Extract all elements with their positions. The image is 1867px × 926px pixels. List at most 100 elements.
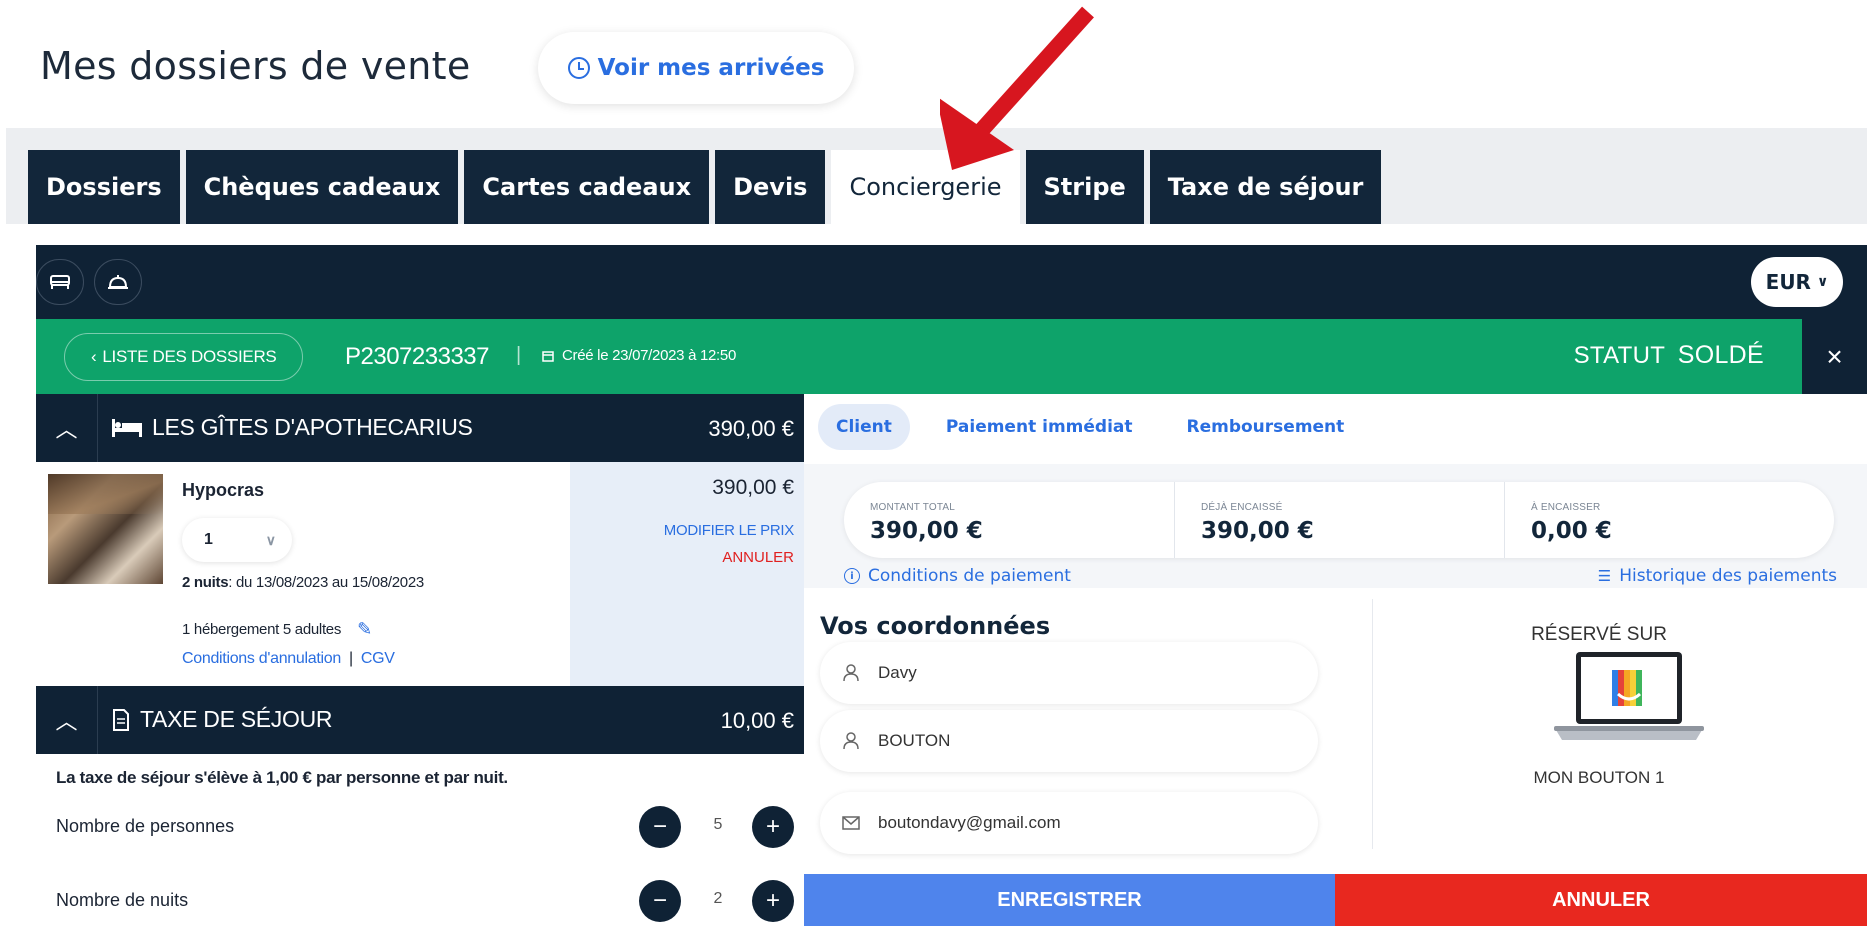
- last-name-field[interactable]: BOUTON: [820, 710, 1318, 772]
- chevron-down-icon: ∨: [265, 531, 276, 548]
- laptop-icon: [1554, 652, 1704, 740]
- summary-total: MONTANT TOTAL 390,00 €: [844, 482, 1174, 558]
- collapse-lodging-button[interactable]: ︿: [36, 394, 98, 462]
- panel-toolbar: EUR ∨: [36, 245, 1867, 319]
- plus-icon: +: [765, 887, 780, 914]
- currency-select[interactable]: EUR ∨: [1751, 257, 1843, 307]
- cancel-item-link[interactable]: ANNULER: [722, 549, 794, 566]
- modify-price-link[interactable]: MODIFIER LE PRIX: [664, 522, 795, 539]
- booking-panel: EUR ∨ ‹ LISTE DES DOSSIERS P2307233337 |…: [36, 245, 1867, 926]
- last-name-value: BOUTON: [878, 731, 951, 750]
- chevron-up-icon: ︿: [55, 709, 78, 734]
- minus-icon: −: [652, 813, 667, 840]
- cancellation-conditions-link[interactable]: Conditions d'annulation: [182, 650, 341, 667]
- summary-value: 390,00 €: [870, 518, 983, 544]
- plus-icon: +: [765, 813, 780, 840]
- increment-nights-button[interactable]: +: [752, 880, 794, 922]
- page-title: Mes dossiers de vente: [40, 44, 471, 88]
- quantity-value: 1: [204, 531, 213, 548]
- lodging-detail-text: 1 hébergement 5 adultes: [182, 621, 342, 638]
- user-icon: [842, 731, 860, 751]
- item-price: 390,00 €: [712, 476, 794, 499]
- client-panel: Client Paiement immédiat Remboursement M…: [804, 394, 1867, 926]
- lodging-section-title: LES GÎTES D'APOTHECARIUS: [112, 414, 473, 441]
- bed-icon: [50, 275, 70, 289]
- payment-history-label: Historique des paiements: [1619, 566, 1837, 586]
- bed-icon-button[interactable]: [36, 259, 84, 305]
- booking-channel: MON BOUTON 1: [1533, 768, 1665, 787]
- collapse-tax-button[interactable]: ︿: [36, 686, 98, 754]
- payment-conditions-link[interactable]: i Conditions de paiement: [844, 566, 1071, 586]
- save-button[interactable]: ENREGISTRER: [804, 874, 1335, 926]
- lodging-photo: [48, 474, 163, 584]
- back-to-list-label: LISTE DES DOSSIERS: [102, 347, 277, 366]
- column-divider: [1372, 599, 1373, 849]
- first-name-field[interactable]: Davy: [820, 642, 1318, 704]
- tax-note: La taxe de séjour s'élève à 1,00 € par p…: [56, 768, 508, 787]
- chevron-down-icon: ∨: [1816, 274, 1829, 290]
- user-icon: [842, 663, 860, 683]
- summary-value: 0,00 €: [1531, 518, 1612, 544]
- payment-history-link[interactable]: ☰ Historique des paiements: [1598, 566, 1837, 586]
- info-icon: i: [844, 568, 860, 584]
- nights-count: 2 nuits: [182, 574, 229, 591]
- summary-collected: DÉJÀ ENCAISSÉ 390,00 €: [1174, 482, 1504, 558]
- summary-caption: À ENCAISSER: [1531, 502, 1601, 513]
- tab-cartes-cadeaux[interactable]: Cartes cadeaux: [464, 150, 710, 224]
- quantity-select[interactable]: 1 ∨: [182, 518, 292, 562]
- booking-reference: P2307233337: [345, 343, 489, 370]
- client-tabs: Client Paiement immédiat Remboursement: [818, 404, 1362, 450]
- tab-paiement-immediat[interactable]: Paiement immédiat: [928, 404, 1151, 450]
- cancel-button[interactable]: ANNULER: [1335, 874, 1867, 926]
- separator: |: [516, 344, 522, 366]
- cgv-link[interactable]: CGV: [361, 650, 395, 667]
- payment-conditions-label: Conditions de paiement: [868, 566, 1071, 586]
- mail-icon: [842, 813, 860, 833]
- list-icon: ☰: [1597, 567, 1612, 585]
- first-name-value: Davy: [878, 663, 917, 682]
- status-value: SOLDÉ: [1677, 341, 1764, 369]
- tab-client[interactable]: Client: [818, 404, 910, 450]
- tax-details: La taxe de séjour s'élève à 1,00 € par p…: [36, 754, 804, 926]
- close-icon: ×: [1826, 340, 1843, 372]
- tab-devis[interactable]: Devis: [715, 150, 826, 224]
- close-button[interactable]: ×: [1802, 319, 1867, 394]
- tab-taxe-de-sejour[interactable]: Taxe de séjour: [1149, 150, 1382, 224]
- concierge-bell-icon-button[interactable]: [94, 259, 142, 305]
- nights-stepper: Nombre de nuits − 2 +: [56, 876, 796, 926]
- summary-remaining: À ENCAISSER 0,00 €: [1504, 482, 1834, 558]
- summary-caption: MONTANT TOTAL: [870, 502, 956, 513]
- lodging-item: Hypocras 1 ∨ 2 nuits: du 13/08/2023 au 1…: [36, 462, 804, 686]
- tax-section-title: TAXE DE SÉJOUR: [112, 706, 332, 733]
- tax-section-header: ︿ TAXE DE SÉJOUR 10,00 €: [36, 686, 804, 754]
- tab-remboursement[interactable]: Remboursement: [1169, 404, 1363, 450]
- tab-dossiers[interactable]: Dossiers: [28, 150, 180, 224]
- reserved-on-label: RÉSERVÉ SUR: [1531, 624, 1667, 645]
- date-range: : du 13/08/2023 au 15/08/2023: [228, 574, 424, 591]
- arrivals-button[interactable]: Voir mes arrivées: [538, 32, 854, 104]
- nights-value[interactable]: 2: [688, 890, 748, 908]
- summary-caption: DÉJÀ ENCAISSÉ: [1201, 502, 1283, 513]
- currency-label: EUR: [1765, 270, 1811, 294]
- lodging-amount: 390,00 €: [708, 416, 794, 441]
- item-links: Conditions d'annulation | CGV: [182, 650, 395, 668]
- pencil-icon[interactable]: ✎: [357, 619, 372, 640]
- status-label: STATUT: [1573, 342, 1665, 369]
- back-to-list-button[interactable]: ‹ LISTE DES DOSSIERS: [64, 333, 304, 381]
- tab-bar: Dossiers Chèques cadeaux Cartes cadeaux …: [28, 150, 1382, 224]
- clock-icon: [567, 57, 590, 79]
- tab-cheques-cadeaux[interactable]: Chèques cadeaux: [185, 150, 459, 224]
- decrement-persons-button[interactable]: −: [639, 806, 681, 848]
- payment-summary: MONTANT TOTAL 390,00 € DÉJÀ ENCAISSÉ 390…: [844, 482, 1834, 558]
- tax-amount: 10,00 €: [720, 708, 794, 733]
- payment-summary-area: MONTANT TOTAL 390,00 € DÉJÀ ENCAISSÉ 390…: [804, 464, 1867, 588]
- booking-items: ︿ LES GÎTES D'APOTHECARIUS 390,00 € Hypo…: [36, 394, 804, 926]
- persons-value[interactable]: 5: [688, 816, 748, 834]
- calendar-icon: [542, 350, 554, 362]
- decrement-nights-button[interactable]: −: [639, 880, 681, 922]
- lodging-name: LES GÎTES D'APOTHECARIUS: [152, 414, 473, 440]
- links-separator: |: [348, 650, 353, 667]
- status-badge: STATUT SOLDÉ: [1574, 341, 1764, 370]
- email-field[interactable]: boutondavy@gmail.com: [820, 792, 1318, 854]
- increment-persons-button[interactable]: +: [752, 806, 794, 848]
